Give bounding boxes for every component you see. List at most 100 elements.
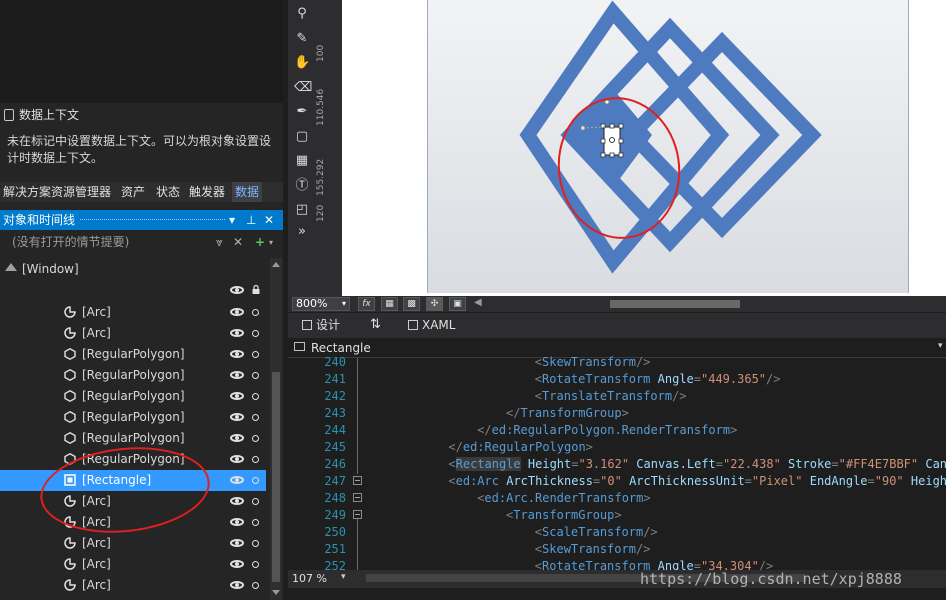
resize-handle[interactable] (618, 138, 624, 144)
eye-icon[interactable] (230, 329, 244, 337)
annotations-icon[interactable]: ▣ (449, 297, 466, 311)
add-dropdown-icon[interactable]: ▾ (269, 233, 273, 252)
collapse-toggle[interactable] (353, 510, 362, 519)
resize-handle[interactable] (600, 152, 606, 158)
scroll-down-icon[interactable] (272, 590, 280, 595)
grid-toggle-icon[interactable]: ▦ (381, 297, 398, 311)
editor-zoom-dropdown-icon[interactable]: ▾ (341, 572, 346, 582)
tab-states[interactable]: 状态 (156, 182, 180, 202)
pan-hand-tool-icon[interactable]: ✋ (294, 55, 310, 71)
control-tool-icon[interactable]: ◰ (294, 202, 310, 218)
tab-data[interactable]: 数据 (232, 182, 263, 202)
editor-zoom[interactable]: 107 % (292, 571, 327, 587)
canvas-hscroll-thumb[interactable] (610, 300, 740, 308)
storyboard-selector[interactable]: (没有打开的情节提要) (12, 233, 129, 252)
code-line[interactable]: </ed:RegularPolygon.RenderTransform> (477, 422, 737, 439)
eye-icon[interactable] (230, 350, 244, 358)
code-line[interactable]: <SkewTransform/> (535, 354, 651, 371)
lock-toggle-dot[interactable] (252, 561, 259, 568)
tree-item-row[interactable]: [RegularPolygon] (0, 365, 266, 386)
eraser-tool-icon[interactable]: ⌫ (294, 80, 312, 96)
tree-item-row[interactable]: [Arc] (0, 554, 266, 575)
tab-xaml[interactable]: XAML (408, 313, 455, 337)
tree-item-row[interactable]: [Arc] (0, 323, 266, 344)
tab-design[interactable]: 设计 (302, 313, 340, 337)
resize-handle[interactable] (600, 138, 606, 144)
grid-tool-icon[interactable]: ▦ (294, 153, 310, 169)
code-line[interactable]: <TransformGroup> (506, 507, 622, 524)
rotate-handle[interactable] (604, 99, 610, 105)
snap-lines-icon[interactable]: ✣ (426, 297, 443, 311)
zoom-dropdown[interactable]: 800% ▾ (292, 297, 350, 311)
resize-handle[interactable] (609, 152, 615, 158)
eye-icon[interactable] (230, 455, 244, 463)
swap-views-icon[interactable]: ⇅ (370, 313, 381, 337)
lock-toggle-dot[interactable] (252, 498, 259, 505)
eyedropper-tool-icon[interactable]: ✎ (294, 31, 310, 47)
resize-handle[interactable] (618, 152, 624, 158)
tab-solution-explorer[interactable]: 解决方案资源管理器 (3, 182, 111, 202)
lock-toggle-dot[interactable] (252, 456, 259, 463)
eye-icon[interactable] (230, 286, 244, 294)
lock-toggle-dot[interactable] (252, 435, 259, 442)
lock-toggle-dot[interactable] (252, 372, 259, 379)
code-line[interactable]: <ed:Arc.RenderTransform> (477, 490, 650, 507)
collapse-toggle[interactable] (353, 476, 362, 485)
lock-toggle-dot[interactable] (252, 540, 259, 547)
lock-toggle-dot[interactable] (252, 351, 259, 358)
scroll-left-icon[interactable]: ◀ (474, 297, 482, 308)
tree-item-row[interactable]: [Arc] (0, 533, 266, 554)
scope-up-icon[interactable] (5, 263, 17, 271)
eye-icon[interactable] (230, 392, 244, 400)
tab-triggers[interactable]: 触发器 (189, 182, 225, 202)
lock-toggle-dot[interactable] (252, 519, 259, 526)
eye-icon[interactable] (230, 413, 244, 421)
lock-toggle-dot[interactable] (252, 477, 259, 484)
code-line[interactable]: <RotateTransform Angle="449.365"/> (535, 371, 781, 388)
eye-icon[interactable] (230, 581, 244, 589)
eye-icon[interactable] (230, 560, 244, 568)
code-line[interactable]: <TranslateTransform/> (535, 388, 687, 405)
tree-item-row[interactable]: [Arc] (0, 575, 266, 596)
lock-toggle-dot[interactable] (252, 414, 259, 421)
pin-icon[interactable]: ⊥ (246, 210, 256, 230)
add-storyboard-icon[interactable]: + (255, 233, 265, 252)
eye-icon[interactable] (230, 497, 244, 505)
code-line[interactable]: <ed:Arc ArcThickness="0" ArcThicknessUni… (448, 473, 946, 490)
resize-handle[interactable] (609, 123, 615, 129)
storyboard-dropdown-icon[interactable]: ⩔ (216, 233, 223, 252)
close-icon[interactable]: ✕ (264, 210, 274, 230)
lock-toggle-dot[interactable] (252, 393, 259, 400)
rectangle-tool-icon[interactable]: ▢ (294, 129, 310, 145)
tree-item-row[interactable]: [RegularPolygon] (0, 344, 266, 365)
lock-toggle-dot[interactable] (252, 309, 259, 316)
tree-item-row[interactable]: [RegularPolygon] (0, 407, 266, 428)
code-line[interactable]: </TransformGroup> (506, 405, 629, 422)
eye-icon[interactable] (230, 518, 244, 526)
selected-rectangle[interactable] (603, 126, 621, 156)
scroll-up-icon[interactable] (272, 262, 280, 267)
dropdown-arrow-icon[interactable]: ▾ (229, 210, 235, 230)
nav-dropdown-icon[interactable]: ▾ (938, 341, 943, 351)
code-line[interactable]: </ed:RegularPolygon> (448, 439, 593, 456)
snap-grid-icon[interactable]: ▩ (403, 297, 420, 311)
tree-item-row[interactable]: [Arc] (0, 302, 266, 323)
eye-icon[interactable] (230, 476, 244, 484)
lock-toggle-dot[interactable] (252, 330, 259, 337)
tree-item-row[interactable]: [RegularPolygon] (0, 386, 266, 407)
collapse-toggle[interactable] (353, 493, 362, 502)
effects-fx-button[interactable]: fx (358, 297, 375, 311)
resize-handle[interactable] (618, 123, 624, 129)
close-storyboard-icon[interactable]: ✕ (233, 233, 243, 252)
lock-icon[interactable] (252, 285, 260, 294)
tree-item-row[interactable]: [RegularPolygon] (0, 428, 266, 449)
eye-icon[interactable] (230, 308, 244, 316)
code-line[interactable]: <Rectangle Height="3.162" Canvas.Left="2… (448, 456, 946, 473)
eye-icon[interactable] (230, 371, 244, 379)
text-tool-icon[interactable]: Ⓣ (294, 178, 310, 194)
code-line[interactable]: <ScaleTransform/> (535, 524, 658, 541)
pen-tool-icon[interactable]: ✒ (294, 104, 310, 120)
eye-icon[interactable] (230, 539, 244, 547)
eye-icon[interactable] (230, 434, 244, 442)
zoom-tool-icon[interactable]: ⚲ (294, 6, 310, 22)
